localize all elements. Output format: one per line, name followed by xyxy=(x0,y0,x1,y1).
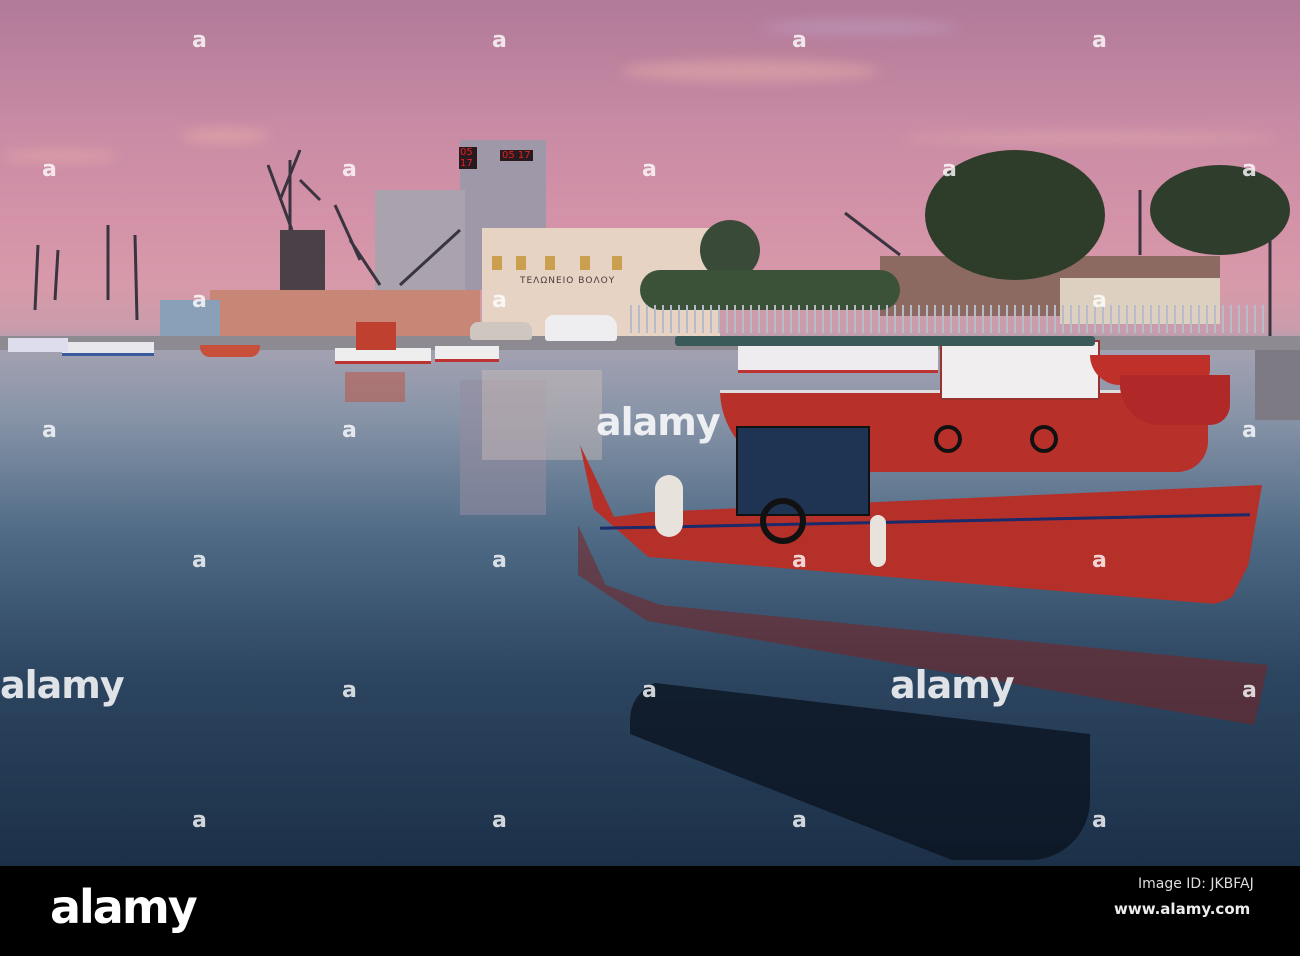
alamy-url: www.alamy.com xyxy=(1114,900,1251,918)
harbor-photo: 05 17 05 17 ΤΕΛΩΝΕΙΟ ΒΟΛΟΥ alamy alamy a… xyxy=(0,0,1300,866)
watermark-logo: alamy xyxy=(0,663,125,707)
building-sign: ΤΕΛΩΝΕΙΟ ΒΟΛΟΥ xyxy=(520,276,616,286)
image-id: Image ID: JKBFAJ xyxy=(1138,876,1254,892)
watermark-logo: alamy xyxy=(890,663,1015,707)
quay xyxy=(0,336,1300,350)
tire-fender xyxy=(760,498,806,544)
fender xyxy=(655,475,683,537)
alamy-logo: alamy xyxy=(50,880,198,934)
watermark-logo: alamy xyxy=(596,400,721,444)
footer-bar: alamy Image ID: JKBFAJ www.alamy.com xyxy=(0,866,1300,956)
cabin-box xyxy=(736,426,870,516)
tree xyxy=(1150,165,1290,255)
